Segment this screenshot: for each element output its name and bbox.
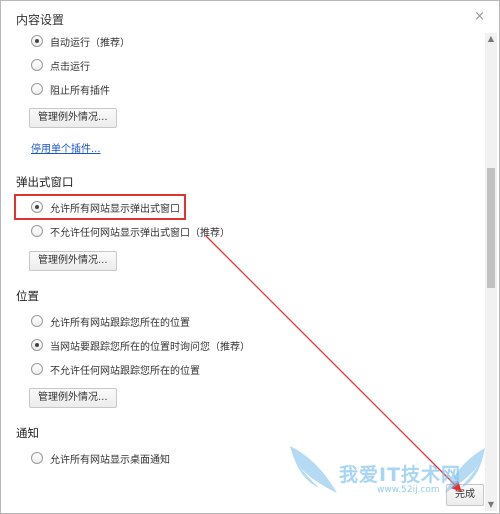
location-option-allow[interactable]: 允许所有网站跟踪您所在的位置: [31, 313, 190, 329]
scroll-up-arrow-icon[interactable]: ▲: [485, 33, 497, 45]
popups-section-title: 弹出式窗口: [16, 175, 74, 189]
popups-option-allow[interactable]: 允许所有网站显示弹出式窗口: [31, 199, 180, 215]
plugins-option-click[interactable]: 点击运行: [31, 57, 90, 73]
radio-label: 点击运行: [50, 61, 90, 73]
radio-label: 阻止所有插件: [50, 85, 110, 97]
radio-unchecked[interactable]: [31, 315, 43, 327]
location-section-title: 位置: [16, 289, 39, 303]
plugins-option-auto[interactable]: 自动运行（推荐）: [31, 33, 130, 49]
scroll-down-arrow-icon[interactable]: ▼: [485, 499, 497, 511]
scrollbar-thumb[interactable]: [487, 168, 495, 288]
notifications-option-allow[interactable]: 允许所有网站显示桌面通知: [31, 450, 170, 466]
radio-unchecked[interactable]: [31, 225, 43, 237]
radio-unchecked[interactable]: [31, 363, 43, 375]
radio-label: 不允许任何网站跟踪您所在的位置: [50, 365, 200, 377]
radio-label: 允许所有网站显示弹出式窗口: [50, 203, 180, 215]
location-manage-exceptions-button[interactable]: 管理例外情况...: [29, 388, 117, 408]
radio-label: 当网站要跟踪您所在的位置时询问您（推荐）: [50, 341, 250, 353]
dialog-title: 内容设置: [16, 13, 65, 27]
popups-manage-exceptions-button[interactable]: 管理例外情况...: [29, 251, 117, 271]
radio-unchecked[interactable]: [31, 59, 43, 71]
radio-label: 允许所有网站跟踪您所在的位置: [50, 317, 190, 329]
scrollbar[interactable]: ▲ ▼: [485, 33, 497, 511]
radio-unchecked[interactable]: [31, 83, 43, 95]
plugins-manage-exceptions-button[interactable]: 管理例外情况...: [29, 108, 117, 128]
radio-label: 自动运行（推荐）: [50, 37, 130, 49]
location-option-block[interactable]: 不允许任何网站跟踪您所在的位置: [31, 361, 200, 377]
radio-checked[interactable]: [31, 201, 43, 213]
radio-unchecked[interactable]: [31, 452, 43, 464]
radio-label: 允许所有网站显示桌面通知: [50, 454, 170, 466]
plugins-option-block[interactable]: 阻止所有插件: [31, 81, 110, 97]
popups-option-block[interactable]: 不允许任何网站显示弹出式窗口（推荐）: [31, 223, 230, 239]
disable-individual-plugins-link[interactable]: 停用单个插件...: [31, 140, 101, 155]
done-button[interactable]: 完成: [446, 484, 484, 506]
radio-checked[interactable]: [31, 35, 43, 47]
location-option-ask[interactable]: 当网站要跟踪您所在的位置时询问您（推荐）: [31, 337, 250, 353]
close-icon[interactable]: ×: [474, 9, 485, 24]
radio-checked[interactable]: [31, 339, 43, 351]
content-settings-dialog: 内容设置 × ▲ ▼ 自动运行（推荐） 点击运行 阻止所有插件 管理例外情况..…: [0, 0, 500, 514]
notifications-section-title: 通知: [16, 426, 39, 440]
radio-label: 不允许任何网站显示弹出式窗口（推荐）: [50, 227, 230, 239]
